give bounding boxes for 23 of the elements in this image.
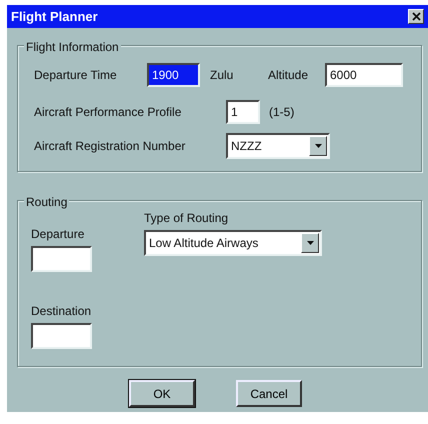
cancel-button[interactable]: Cancel — [236, 380, 302, 407]
caret-icon — [314, 144, 322, 148]
field-label: Destination — [31, 303, 92, 320]
destination-field[interactable] — [31, 323, 92, 349]
performance-profile-field[interactable]: 1 — [226, 100, 260, 124]
departure-field[interactable] — [31, 246, 92, 272]
range-hint: (1-5) — [269, 104, 294, 121]
field-label: Aircraft Registration Number — [34, 138, 186, 155]
departure-time-field[interactable]: 1900 — [147, 63, 200, 87]
routing-type-dropdown[interactable]: Low Altitude Airways — [144, 230, 322, 256]
window-title: Flight Planner — [11, 8, 98, 26]
close-icon — [412, 12, 420, 21]
field-label: Departure — [31, 226, 86, 243]
caret-icon — [306, 241, 314, 245]
registration-dropdown[interactable]: NZZZ — [226, 133, 330, 159]
field-label: Type of Routing — [144, 210, 230, 227]
unit-label: Zulu — [210, 67, 234, 84]
field-label: Departure Time — [34, 67, 118, 84]
field-label: Altitude — [268, 67, 310, 84]
altitude-field[interactable]: 6000 — [325, 63, 403, 87]
close-button[interactable] — [408, 9, 424, 24]
field-label: Aircraft Performance Profile — [34, 104, 182, 121]
ok-button[interactable]: OK — [129, 380, 195, 407]
